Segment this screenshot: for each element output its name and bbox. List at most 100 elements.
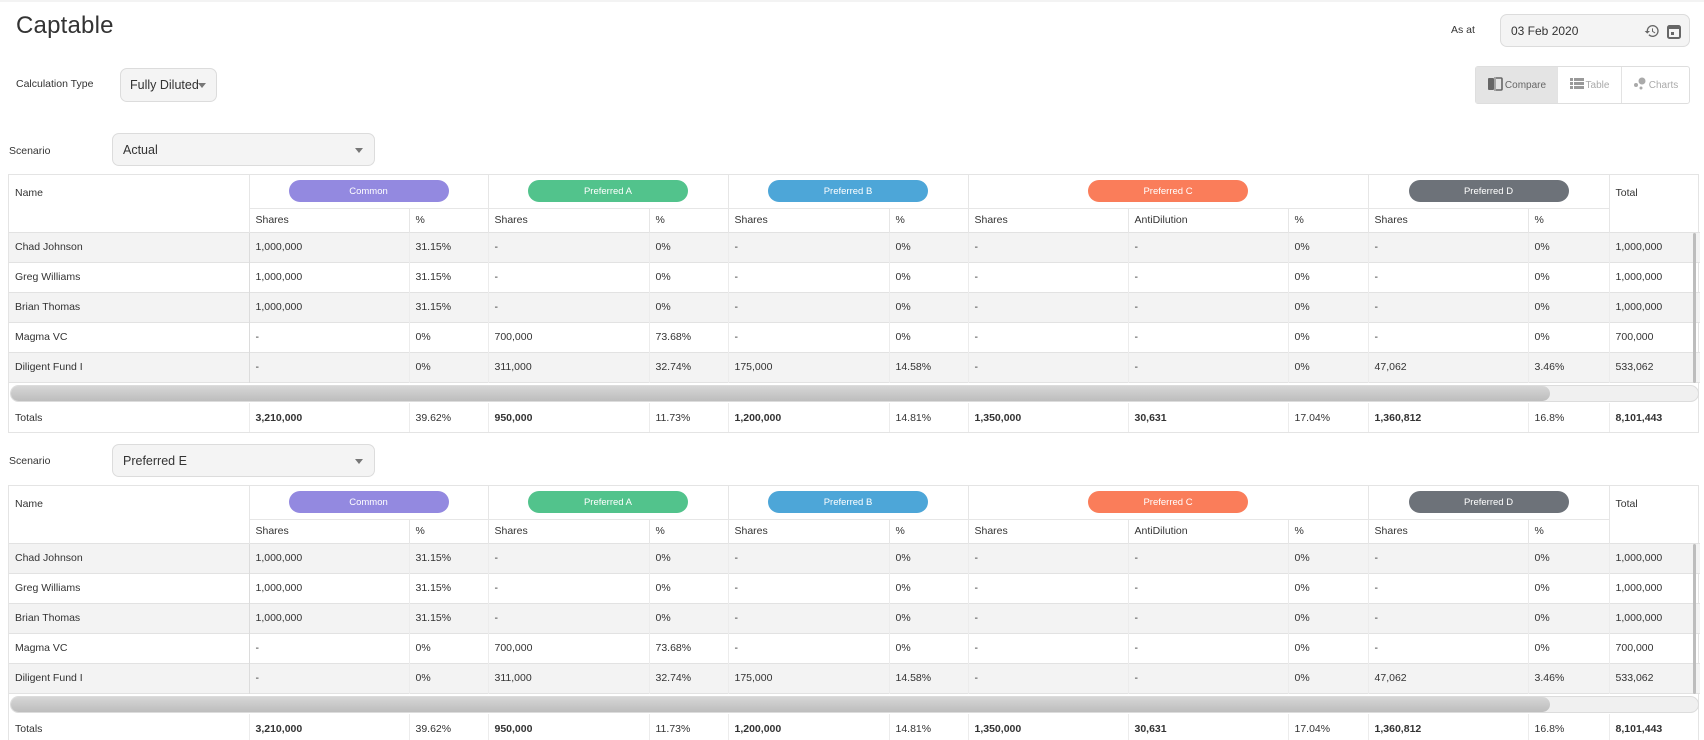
value-cell: - bbox=[727, 632, 889, 663]
value-cell: - bbox=[1127, 632, 1288, 663]
captable-grid: Name Common Preferred A Preferred B Pref… bbox=[8, 174, 1701, 433]
total-value-cell: 16.8% bbox=[1527, 403, 1610, 432]
calendar-icon[interactable] bbox=[1665, 22, 1683, 40]
value-cell: 0% bbox=[408, 351, 488, 382]
value-cell: 31.15% bbox=[408, 231, 488, 262]
value-cell: 0% bbox=[1287, 291, 1369, 322]
horizontal-scrollbar-thumb[interactable] bbox=[11, 696, 1550, 712]
vertical-scrollbar[interactable] bbox=[1693, 233, 1696, 383]
value-cell: - bbox=[1127, 321, 1288, 352]
value-cell: - bbox=[1367, 572, 1529, 603]
value-cell: 311,000 bbox=[487, 351, 649, 382]
compare-view-button[interactable]: Compare bbox=[1476, 67, 1558, 103]
as-at-date-input[interactable]: 03 Feb 2020 bbox=[1500, 14, 1690, 47]
table-row[interactable]: Greg Williams 1,000,000 31.15% -0% -0% - -0% -0… bbox=[9, 261, 1701, 292]
subheader-cell[interactable]: Shares bbox=[1367, 518, 1529, 543]
value-cell: - bbox=[727, 261, 889, 292]
value-cell: 47,062 bbox=[1367, 351, 1529, 382]
value-cell: 1,000,000 bbox=[1608, 602, 1701, 633]
table-row[interactable]: Chad Johnson 1,000,000 31.15% -0% -0% - -0% -0%… bbox=[9, 542, 1701, 573]
table-row[interactable]: Greg Williams 1,000,000 31.15% -0% -0% - -0% -0… bbox=[9, 572, 1701, 603]
scenario-select[interactable]: Actual bbox=[112, 133, 375, 166]
calculation-type-label: Calculation Type bbox=[16, 78, 94, 90]
class-badge-preferred-b: Preferred B bbox=[768, 180, 928, 203]
value-cell: 31.15% bbox=[408, 542, 488, 573]
total-column-header[interactable]: Total bbox=[1608, 175, 1701, 232]
subheader-cell[interactable]: % bbox=[1287, 207, 1369, 232]
holder-name-cell: Chad Johnson bbox=[9, 542, 250, 573]
subheader-cell[interactable]: % bbox=[888, 207, 968, 232]
value-cell: 533,062 bbox=[1608, 351, 1701, 382]
horizontal-scrollbar[interactable] bbox=[10, 384, 1700, 402]
value-cell: - bbox=[727, 231, 889, 262]
charts-view-button[interactable]: Charts bbox=[1622, 67, 1689, 103]
value-cell: - bbox=[1127, 572, 1288, 603]
horizontal-scrollbar[interactable] bbox=[10, 695, 1700, 713]
table-row[interactable]: Brian Thomas 1,000,000 31.15% -0% -0% - -0% -0%… bbox=[9, 291, 1701, 322]
value-cell: - bbox=[1127, 291, 1288, 322]
value-cell: 0% bbox=[888, 602, 968, 633]
value-cell: 0% bbox=[888, 632, 968, 663]
total-value-cell: 14.81% bbox=[888, 403, 968, 432]
value-cell: 1,000,000 bbox=[248, 542, 409, 573]
subheader-cell[interactable]: Shares bbox=[487, 207, 649, 232]
calculation-type-dropdown[interactable]: Fully Diluted bbox=[120, 68, 217, 102]
value-cell: 1,000,000 bbox=[1608, 572, 1701, 603]
value-cell: 31.15% bbox=[408, 572, 488, 603]
subheader-cell[interactable]: Shares bbox=[727, 207, 889, 232]
total-column-header[interactable]: Total bbox=[1608, 486, 1701, 543]
subheader-cell[interactable]: % bbox=[888, 518, 968, 543]
value-cell: 0% bbox=[1527, 321, 1610, 352]
table-row[interactable]: Diligent Fund I -0% 311,000 32.74% 175,000 14… bbox=[9, 662, 1701, 693]
value-cell: - bbox=[967, 231, 1128, 262]
name-column-header[interactable]: Name bbox=[9, 486, 249, 543]
subheader-cell[interactable]: % bbox=[408, 207, 488, 232]
value-cell: - bbox=[487, 261, 649, 292]
horizontal-scrollbar-row bbox=[9, 692, 1701, 714]
scenario-select[interactable]: Preferred E bbox=[112, 444, 375, 477]
total-value-cell: 1,360,812 bbox=[1367, 403, 1529, 432]
value-cell: 311,000 bbox=[487, 662, 649, 693]
total-value-cell: 1,360,812 bbox=[1367, 714, 1529, 740]
subheader-cell[interactable]: Shares bbox=[967, 518, 1128, 543]
table-view-button[interactable]: Table bbox=[1558, 67, 1622, 103]
holder-name-cell: Diligent Fund I bbox=[9, 662, 250, 693]
subheader-cell[interactable]: % bbox=[1287, 518, 1369, 543]
page-title: Captable bbox=[16, 12, 114, 39]
subheader-cell[interactable]: AntiDilution bbox=[1127, 207, 1288, 232]
table-row[interactable]: Magma VC -0% 700,000 73.68% -0% - -0% -0% 700,00… bbox=[9, 321, 1701, 352]
table-row[interactable]: Magma VC -0% 700,000 73.68% -0% - -0% -0% 700,00… bbox=[9, 632, 1701, 663]
subheader-cell[interactable]: Shares bbox=[248, 518, 409, 543]
class-badge-preferred-b: Preferred B bbox=[768, 491, 928, 514]
total-value-cell: 30,631 bbox=[1127, 714, 1288, 740]
history-icon[interactable] bbox=[1643, 22, 1661, 40]
total-value-cell: 39.62% bbox=[408, 714, 488, 740]
horizontal-scrollbar-thumb[interactable] bbox=[11, 385, 1550, 401]
value-cell: 0% bbox=[1527, 261, 1610, 292]
list-icon bbox=[1569, 78, 1584, 92]
subheader-cell[interactable]: Shares bbox=[248, 207, 409, 232]
vertical-scrollbar[interactable] bbox=[1693, 544, 1696, 694]
name-column-header[interactable]: Name bbox=[9, 175, 249, 232]
subheader-cell[interactable]: % bbox=[408, 518, 488, 543]
subheader-cell[interactable]: % bbox=[648, 207, 728, 232]
subheader-cell[interactable]: % bbox=[1527, 518, 1610, 543]
table-row[interactable]: Chad Johnson 1,000,000 31.15% -0% -0% - -0% -0%… bbox=[9, 231, 1701, 262]
subheader-cell[interactable]: AntiDilution bbox=[1127, 518, 1288, 543]
value-cell: 32.74% bbox=[648, 351, 728, 382]
chevron-down-icon bbox=[198, 83, 206, 88]
class-badge-common: Common bbox=[288, 180, 449, 203]
subheader-cell[interactable]: % bbox=[648, 518, 728, 543]
value-cell: 175,000 bbox=[727, 351, 889, 382]
value-cell: 32.74% bbox=[648, 662, 728, 693]
subheader-cell[interactable]: % bbox=[1527, 207, 1610, 232]
chevron-down-icon bbox=[355, 147, 363, 153]
subheader-cell[interactable]: Shares bbox=[487, 518, 649, 543]
as-at-date-value: 03 Feb 2020 bbox=[1511, 23, 1579, 38]
table-row[interactable]: Brian Thomas 1,000,000 31.15% -0% -0% - -0% -0%… bbox=[9, 602, 1701, 633]
subheader-cell[interactable]: Shares bbox=[1367, 207, 1529, 232]
subheader-cell[interactable]: Shares bbox=[967, 207, 1128, 232]
table-row[interactable]: Diligent Fund I -0% 311,000 32.74% 175,000 14… bbox=[9, 351, 1701, 382]
subheader-cell[interactable]: Shares bbox=[727, 518, 889, 543]
value-cell: 0% bbox=[1287, 231, 1369, 262]
